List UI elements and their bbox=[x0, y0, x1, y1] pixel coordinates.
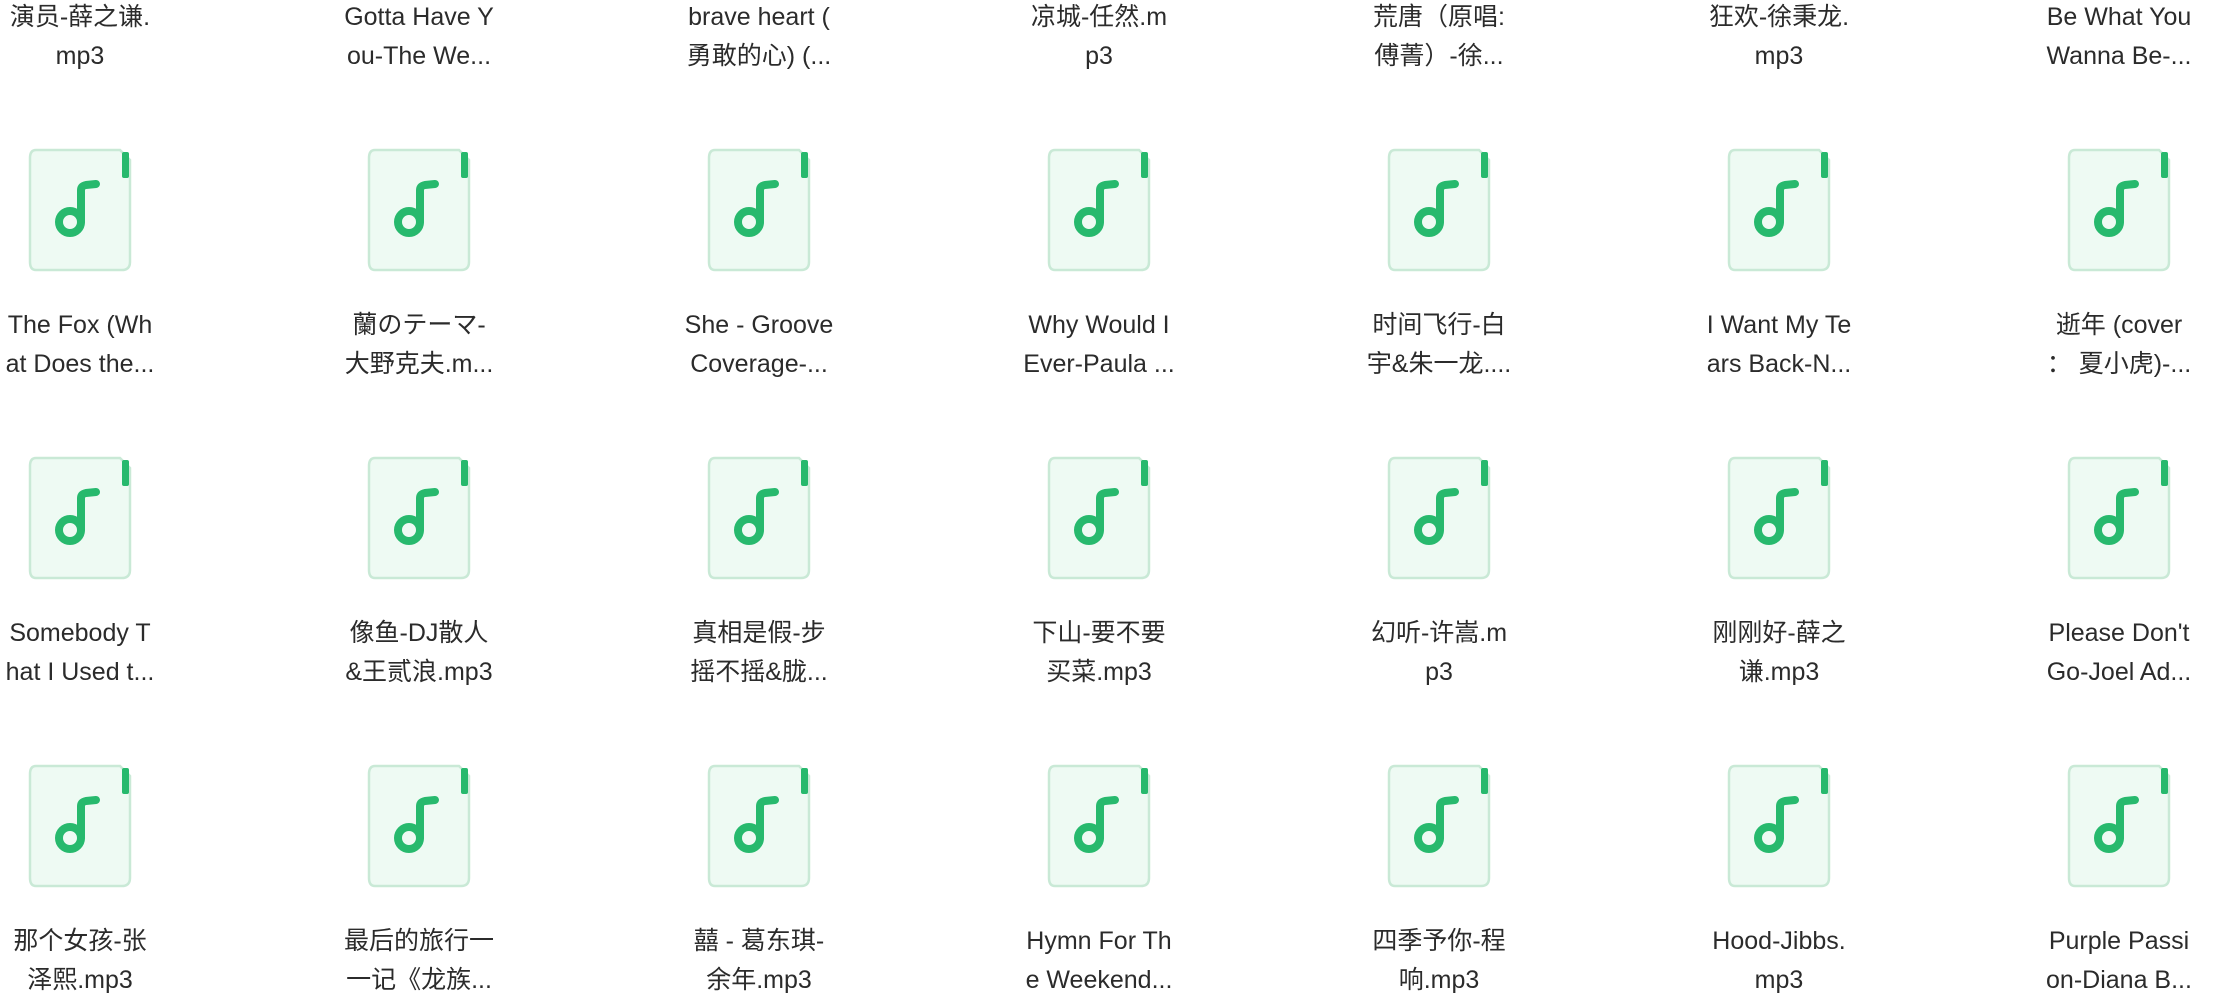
file-item[interactable]: 那个女孩-张 泽熙.mp3 bbox=[0, 0, 190, 998]
file-name-line-1: Hood-Jibbs. bbox=[1712, 927, 1846, 955]
music-file-icon[interactable] bbox=[1727, 764, 1831, 888]
file-name: Purple Passi on-Diana B... bbox=[2009, 922, 2214, 998]
file-name-line-2: 余年.mp3 bbox=[706, 966, 812, 994]
music-file-icon[interactable] bbox=[1387, 764, 1491, 888]
file-name: 那个女孩-张 泽熙.mp3 bbox=[0, 922, 190, 998]
file-name: Hymn For Th e Weekend... bbox=[989, 922, 1209, 998]
music-file-icon[interactable] bbox=[1047, 764, 1151, 888]
music-file-icon[interactable] bbox=[707, 764, 811, 888]
file-name: 最后的旅行一 一记《龙族... bbox=[309, 922, 529, 998]
file-item[interactable]: 最后的旅行一 一记《龙族... bbox=[309, 0, 529, 998]
file-grid: 演员-薛之谦. mp3 Gotta Have You-The We... brave … bbox=[0, 0, 2214, 998]
file-name-line-2: on-Diana B... bbox=[2046, 966, 2192, 994]
file-name-line-1: Hymn For Th bbox=[1026, 927, 1172, 955]
file-name-line-2: e Weekend... bbox=[1025, 966, 1173, 994]
file-name-line-1: 那个女孩-张 bbox=[13, 927, 147, 955]
file-name-line-1: 囍 - 葛东琪- bbox=[693, 927, 825, 955]
music-file-icon[interactable] bbox=[2067, 764, 2171, 888]
file-name: 四季予你-程 响.mp3 bbox=[1329, 922, 1549, 998]
file-name-line-2: mp3 bbox=[1754, 966, 1804, 994]
file-item[interactable]: Hymn For Th e Weekend... bbox=[989, 0, 1209, 998]
file-item[interactable]: 囍 - 葛东琪- 余年.mp3 bbox=[649, 0, 869, 998]
file-name-line-2: 泽熙.mp3 bbox=[27, 966, 133, 994]
file-name: Hood-Jibbs. mp3 bbox=[1669, 922, 1889, 998]
file-name-line-2: 响.mp3 bbox=[1398, 966, 1480, 994]
file-name-line-1: Purple Passi bbox=[2048, 927, 2190, 955]
file-name: 囍 - 葛东琪- 余年.mp3 bbox=[649, 922, 869, 998]
file-item[interactable]: Hood-Jibbs. mp3 bbox=[1669, 0, 1889, 998]
file-name-line-1: 最后的旅行一 bbox=[343, 927, 494, 955]
file-name-line-1: 四季予你-程 bbox=[1372, 927, 1506, 955]
file-item[interactable]: 四季予你-程 响.mp3 bbox=[1329, 0, 1549, 998]
file-name-line-2: 一记《龙族... bbox=[346, 966, 492, 994]
file-item[interactable]: Purple Passi on-Diana B... bbox=[2009, 0, 2214, 998]
music-file-icon[interactable] bbox=[367, 764, 471, 888]
music-file-icon[interactable] bbox=[28, 764, 132, 888]
